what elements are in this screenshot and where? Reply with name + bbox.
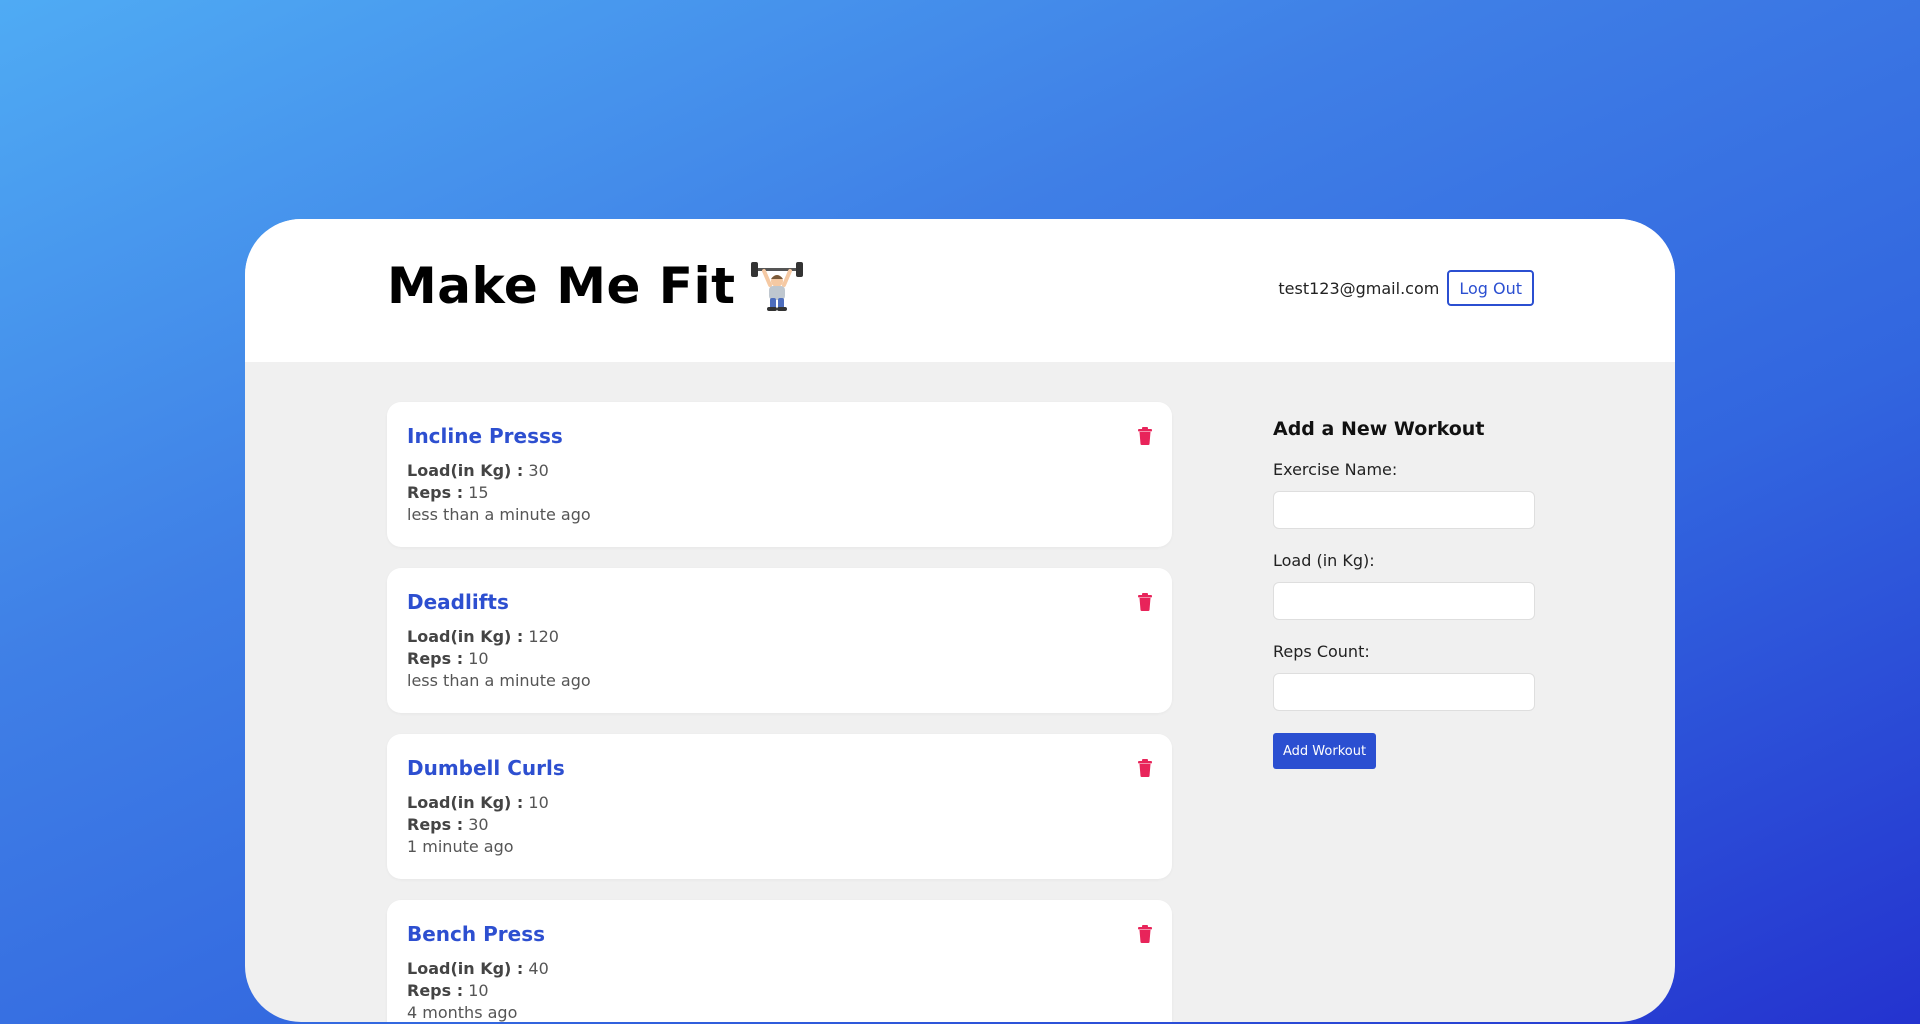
trash-icon[interactable]: [1137, 759, 1153, 777]
app-title-text: Make Me Fit: [387, 257, 736, 315]
load-value: 120: [528, 627, 559, 646]
workout-reps: Reps : 10: [407, 980, 1152, 1002]
workout-card: Dumbell Curls Load(in Kg) : 10 Reps : 30…: [387, 734, 1172, 879]
workout-title: Deadlifts: [407, 590, 509, 614]
workout-load: Load(in Kg) : 120: [407, 626, 1152, 648]
workout-list: Incline Presss Load(in Kg) : 30 Reps : 1…: [387, 402, 1172, 1022]
add-workout-button[interactable]: Add Workout: [1273, 733, 1377, 769]
user-email: test123@gmail.com: [1278, 278, 1440, 298]
workout-time: 1 minute ago: [407, 837, 514, 856]
reps-count-input[interactable]: [1273, 673, 1535, 711]
reps-value: 15: [468, 483, 489, 502]
reps-label: Reps :: [407, 815, 464, 834]
load-label: Load(in Kg) :: [407, 461, 524, 480]
load-value: 30: [528, 461, 549, 480]
reps-label: Reps :: [407, 483, 464, 502]
workout-title: Incline Presss: [407, 424, 563, 448]
workout-time: 4 months ago: [407, 1003, 518, 1022]
user-area: test123@gmail.com Log Out: [1278, 270, 1534, 306]
load-label: Load(in Kg) :: [407, 793, 524, 812]
trash-icon[interactable]: [1137, 925, 1153, 943]
load-label: Load(in Kg) :: [407, 627, 524, 646]
load-label: Load (in Kg):: [1273, 551, 1375, 570]
reps-label: Reps :: [407, 649, 464, 668]
workout-reps: Reps : 10: [407, 648, 1152, 670]
workout-time: less than a minute ago: [407, 505, 591, 524]
add-workout-form: Add a New Workout Exercise Name: Load (i…: [1273, 402, 1535, 769]
workout-reps: Reps : 15: [407, 482, 1152, 504]
reps-label: Reps :: [407, 981, 464, 1000]
load-input[interactable]: [1273, 582, 1535, 620]
reps-value: 30: [468, 815, 489, 834]
trash-icon[interactable]: [1137, 593, 1153, 611]
app-title: Make Me Fit: [387, 257, 804, 315]
workout-card: Bench Press Load(in Kg) : 40 Reps : 10 4…: [387, 900, 1172, 1022]
workout-load: Load(in Kg) : 40: [407, 958, 1152, 980]
workout-card: Incline Presss Load(in Kg) : 30 Reps : 1…: [387, 402, 1172, 547]
reps-value: 10: [468, 981, 489, 1000]
workout-load: Load(in Kg) : 10: [407, 792, 1152, 814]
load-value: 10: [528, 793, 549, 812]
workout-load: Load(in Kg) : 30: [407, 460, 1152, 482]
logout-button[interactable]: Log Out: [1447, 270, 1534, 306]
header: Make Me Fit test123@gmail.com Log Out: [245, 219, 1675, 362]
workout-title: Bench Press: [407, 922, 545, 946]
workout-title: Dumbell Curls: [407, 756, 565, 780]
trash-icon[interactable]: [1137, 427, 1153, 445]
exercise-name-input[interactable]: [1273, 491, 1535, 529]
load-value: 40: [528, 959, 549, 978]
form-heading: Add a New Workout: [1273, 418, 1485, 440]
workout-time: less than a minute ago: [407, 671, 591, 690]
reps-count-label: Reps Count:: [1273, 642, 1370, 661]
reps-value: 10: [468, 649, 489, 668]
load-label: Load(in Kg) :: [407, 959, 524, 978]
weight-lifter-icon: [750, 262, 803, 311]
app-window: Make Me Fit test123@gmail.com Log Out In…: [245, 219, 1675, 1022]
workout-reps: Reps : 30: [407, 814, 1152, 836]
exercise-name-label: Exercise Name:: [1273, 460, 1398, 479]
workout-card: Deadlifts Load(in Kg) : 120 Reps : 10 le…: [387, 568, 1172, 713]
